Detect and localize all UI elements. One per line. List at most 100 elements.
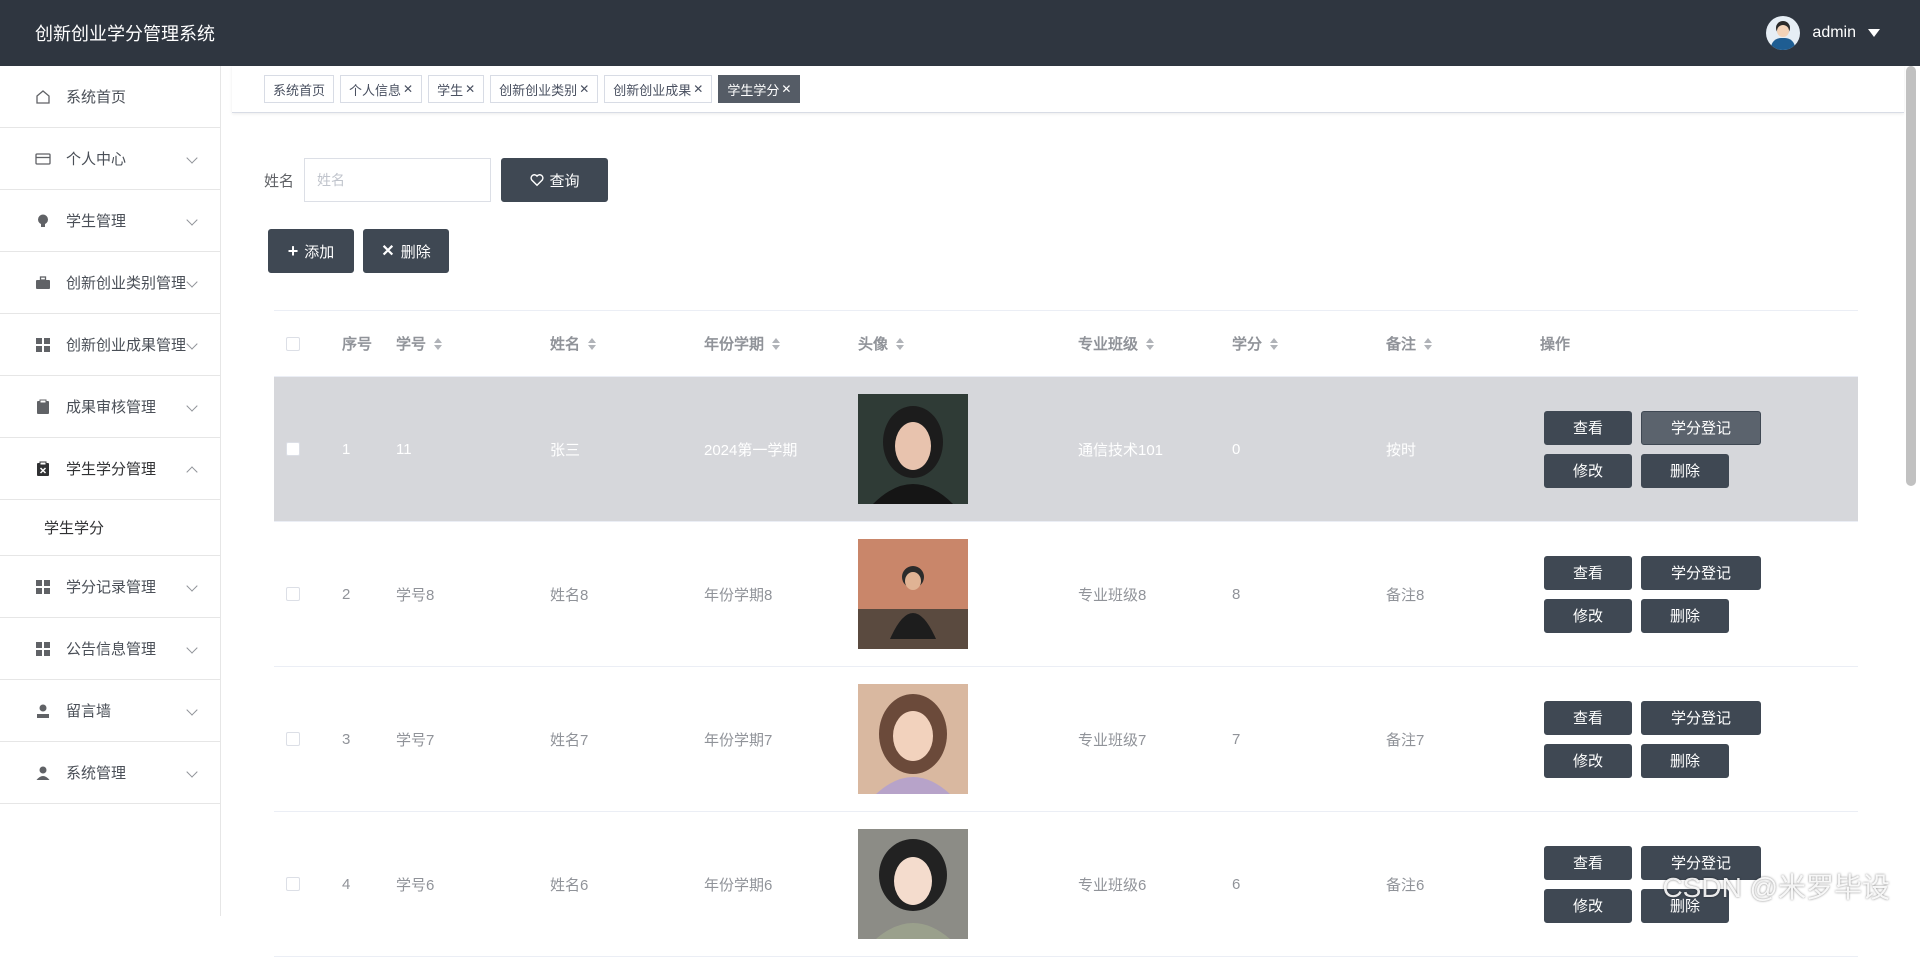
data-table: 序号 学号 姓名 年份学期 头像 专业班级 学分 备注 操作 1 11 张三 2…	[274, 310, 1858, 957]
col-class[interactable]: 专业班级	[1078, 311, 1154, 376]
delete-button[interactable]: ✕删除	[363, 229, 449, 273]
col-credit[interactable]: 学分	[1232, 311, 1278, 376]
sidebar-item-category[interactable]: 创新创业类别管理	[0, 252, 220, 314]
sidebar-item-credit-management[interactable]: 学生学分管理	[0, 438, 220, 500]
row-actions: 查看 学分登记 修改 删除	[1544, 556, 1761, 633]
avatar-photo[interactable]	[858, 829, 968, 939]
edit-button[interactable]: 修改	[1544, 599, 1632, 633]
view-button[interactable]: 查看	[1544, 556, 1632, 590]
cell-name: 姓名7	[550, 667, 588, 811]
edit-button[interactable]: 修改	[1544, 889, 1632, 923]
sidebar-item-credit-records[interactable]: 学分记录管理	[0, 556, 220, 618]
chevron-down-icon	[186, 338, 197, 349]
close-icon[interactable]: ✕	[693, 82, 703, 96]
sidebar-item-home[interactable]: 系统首页	[0, 66, 220, 128]
sidebar-item-label: 学生管理	[66, 210, 126, 231]
sort-icon[interactable]	[1146, 338, 1154, 350]
view-button[interactable]: 查看	[1544, 846, 1632, 880]
sidebar-item-label: 系统首页	[66, 86, 126, 107]
chevron-down-icon	[186, 704, 197, 715]
tab-achievements[interactable]: 创新创业成果✕	[604, 75, 712, 103]
sidebar-item-review[interactable]: 成果审核管理	[0, 376, 220, 438]
sidebar-item-personal-center[interactable]: 个人中心	[0, 128, 220, 190]
row-checkbox[interactable]	[286, 442, 300, 456]
sort-icon[interactable]	[434, 338, 442, 350]
card-icon	[34, 150, 52, 168]
avatar-photo[interactable]	[858, 684, 968, 794]
select-all-checkbox[interactable]	[286, 337, 300, 351]
credit-register-button[interactable]: 学分登记	[1641, 701, 1761, 735]
tab-category[interactable]: 创新创业类别✕	[490, 75, 598, 103]
col-photo[interactable]: 头像	[858, 311, 904, 376]
caret-down-icon[interactable]	[1868, 29, 1880, 37]
delete-row-button[interactable]: 删除	[1641, 599, 1729, 633]
sidebar-item-students[interactable]: 学生管理	[0, 190, 220, 252]
delete-row-button[interactable]: 删除	[1641, 744, 1729, 778]
sidebar-item-label: 公告信息管理	[66, 638, 156, 659]
tab-student[interactable]: 学生✕	[428, 75, 484, 103]
cell-index: 1	[342, 377, 350, 521]
col-remark[interactable]: 备注	[1386, 311, 1432, 376]
vertical-scrollbar[interactable]	[1906, 66, 1916, 486]
col-student-no[interactable]: 学号	[396, 311, 442, 376]
close-icon[interactable]: ✕	[579, 82, 589, 96]
row-checkbox[interactable]	[286, 587, 300, 601]
view-button[interactable]: 查看	[1544, 411, 1632, 445]
tab-student-credit[interactable]: 学生学分✕	[718, 75, 800, 103]
sidebar-item-announcements[interactable]: 公告信息管理	[0, 618, 220, 680]
close-icon: ✕	[381, 241, 394, 261]
avatar[interactable]	[1766, 16, 1800, 50]
view-button[interactable]: 查看	[1544, 701, 1632, 735]
chevron-down-icon	[186, 766, 197, 777]
table-row[interactable]: 3 学号7 姓名7 年份学期7 专业班级7 7 备注7 查看 学分登记 修改 删…	[274, 667, 1858, 812]
avatar-photo[interactable]	[858, 539, 968, 649]
row-checkbox[interactable]	[286, 877, 300, 891]
sort-icon[interactable]	[1270, 338, 1278, 350]
close-icon[interactable]: ✕	[465, 82, 475, 96]
tab-home[interactable]: 系统首页	[264, 75, 334, 103]
edit-button[interactable]: 修改	[1544, 744, 1632, 778]
col-name[interactable]: 姓名	[550, 311, 596, 376]
top-header: 创新创业学分管理系统 admin	[0, 0, 1920, 66]
grid-icon	[34, 640, 52, 658]
table-row[interactable]: 1 11 张三 2024第一学期 通信技术101 0 按时 查看 学分登记 修改…	[274, 377, 1858, 522]
sidebar-item-label: 留言墙	[66, 700, 111, 721]
row-checkbox[interactable]	[286, 732, 300, 746]
home-icon	[34, 88, 52, 106]
chevron-down-icon	[186, 152, 197, 163]
sidebar-item-achievements[interactable]: 创新创业成果管理	[0, 314, 220, 376]
briefcase-icon	[34, 274, 52, 292]
username[interactable]: admin	[1812, 24, 1856, 42]
sort-icon[interactable]	[896, 338, 904, 350]
close-icon[interactable]: ✕	[781, 82, 791, 96]
cell-remark: 按时	[1386, 377, 1416, 521]
sort-icon[interactable]	[1424, 338, 1432, 350]
sidebar-item-message-wall[interactable]: 留言墙	[0, 680, 220, 742]
cell-term: 2024第一学期	[704, 377, 797, 521]
sidebar-item-system[interactable]: 系统管理	[0, 742, 220, 804]
credit-register-button[interactable]: 学分登记	[1641, 411, 1761, 445]
sort-icon[interactable]	[772, 338, 780, 350]
user-menu[interactable]: admin	[1766, 16, 1880, 50]
clipboard-icon	[34, 398, 52, 416]
edit-button[interactable]: 修改	[1544, 454, 1632, 488]
table-row[interactable]: 2 学号8 姓名8 年份学期8 专业班级8 8 备注8 查看 学分登记 修改 删…	[274, 522, 1858, 667]
sidebar: 系统首页 个人中心 学生管理 创新创业类别管理 创新创业成果管理 成果审核管理 …	[0, 66, 221, 916]
cell-student-no: 学号7	[396, 667, 434, 811]
col-index: 序号	[342, 311, 372, 376]
cell-student-no: 学号8	[396, 522, 434, 666]
credit-register-button[interactable]: 学分登记	[1641, 556, 1761, 590]
search-input[interactable]	[304, 158, 491, 202]
avatar-photo[interactable]	[858, 394, 968, 504]
table-row[interactable]: 4 学号6 姓名6 年份学期6 专业班级6 6 备注6 查看 学分登记 修改 删…	[274, 812, 1858, 957]
chevron-up-icon	[186, 466, 197, 477]
close-icon[interactable]: ✕	[403, 82, 413, 96]
sidebar-subitem-student-credit[interactable]: 学生学分	[0, 500, 220, 556]
cell-index: 4	[342, 812, 350, 956]
tab-personal-info[interactable]: 个人信息✕	[340, 75, 422, 103]
sort-icon[interactable]	[588, 338, 596, 350]
delete-row-button[interactable]: 删除	[1641, 454, 1729, 488]
col-term[interactable]: 年份学期	[704, 311, 780, 376]
add-button[interactable]: +添加	[268, 229, 354, 273]
search-button[interactable]: 查询	[501, 158, 608, 202]
